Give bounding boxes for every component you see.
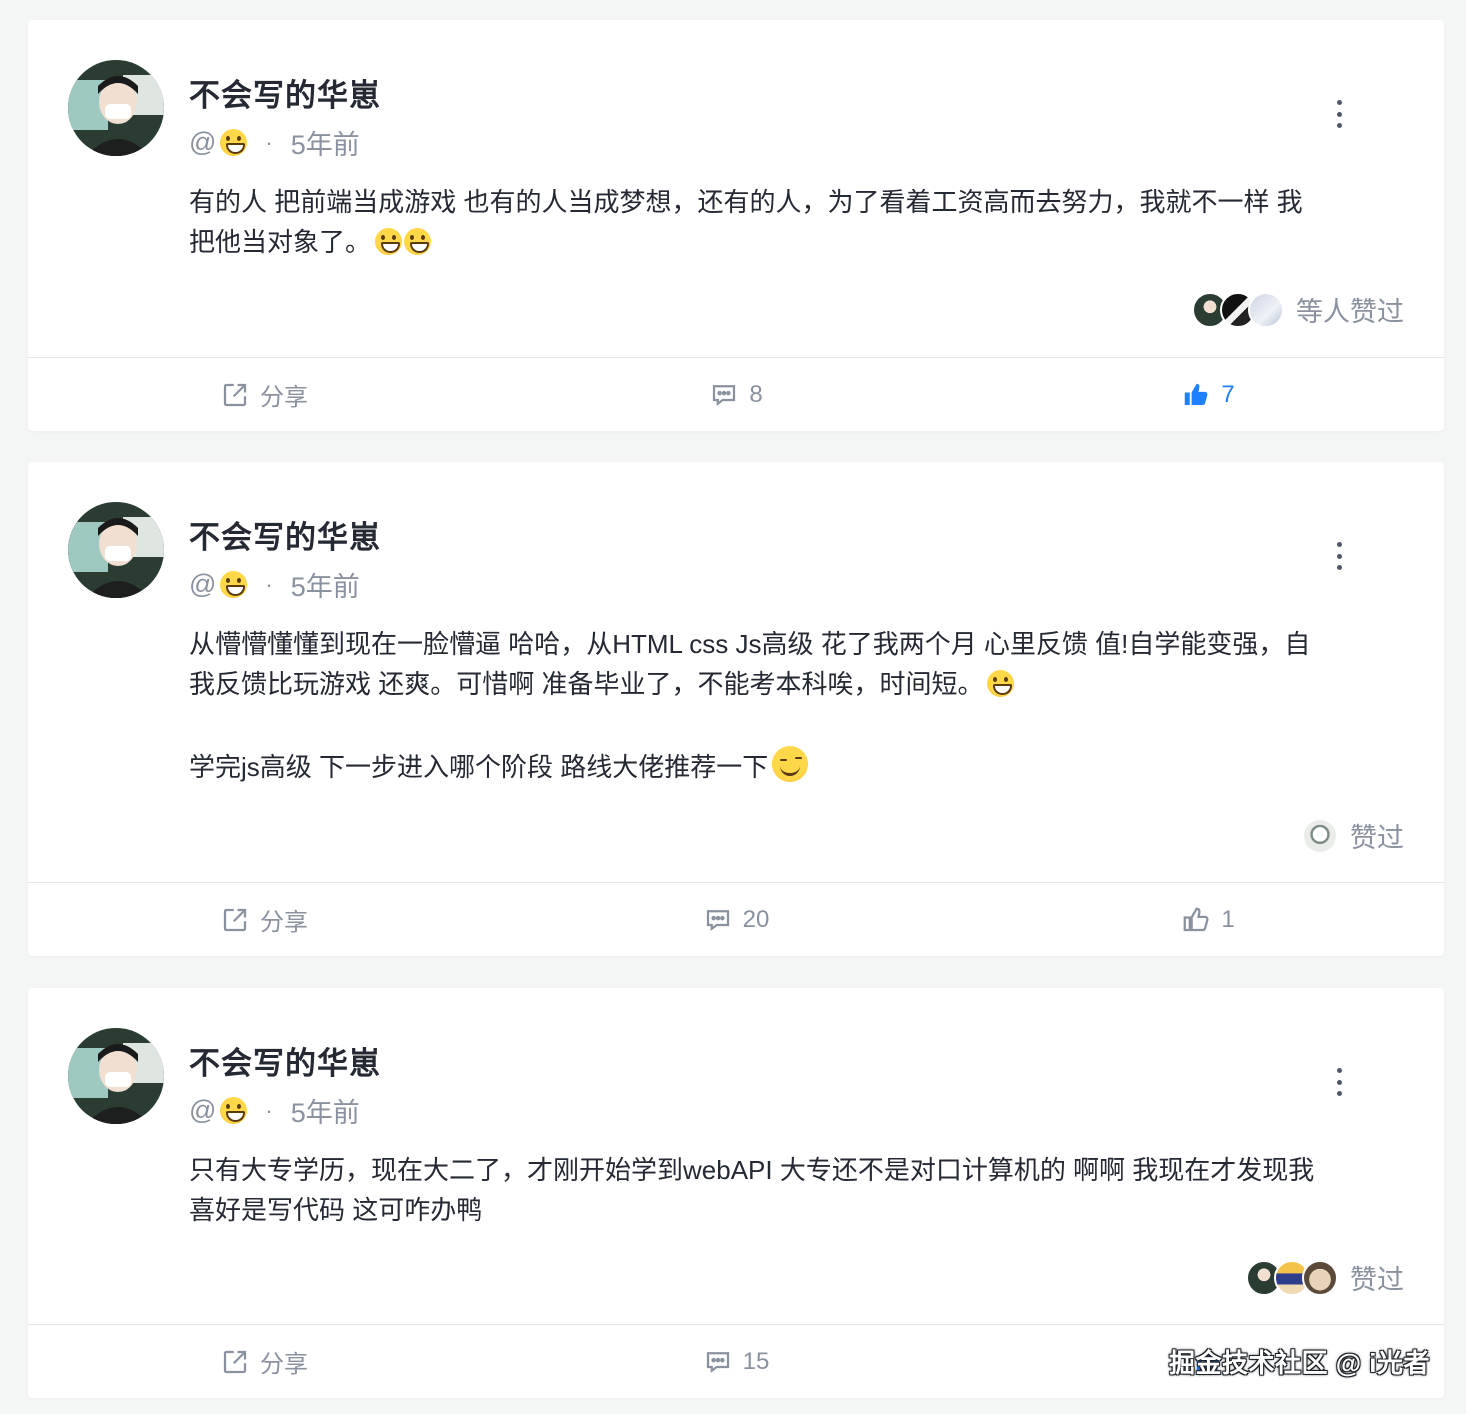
handle-prefix: @ xyxy=(189,127,217,157)
share-button[interactable]: 分享 xyxy=(28,358,500,431)
like-button[interactable]: 7 xyxy=(972,358,1444,431)
avatar[interactable] xyxy=(68,60,164,156)
comment-time: 5年前 xyxy=(290,572,360,602)
meta-separator: · xyxy=(265,1097,273,1123)
grinning-emoji-icon xyxy=(220,129,248,156)
more-options-icon[interactable] xyxy=(1336,100,1342,128)
comment-text-line: 有的人 把前端当成游戏 也有的人当成梦想，还有的人，为了看着工资高而去努力，我就… xyxy=(189,187,1303,217)
comment-text-line: 把他当对象了。 xyxy=(189,222,1404,262)
comment-text: 我反馈比玩游戏 还爽。可惜啊 准备毕业了，不能考本科唉，时间短。 xyxy=(189,669,984,699)
grinning-emoji-icon xyxy=(375,228,403,255)
comment-time: 5年前 xyxy=(290,1098,360,1128)
like-count: 1 xyxy=(1221,905,1235,933)
share-label: 分享 xyxy=(260,384,308,411)
handle-prefix: @ xyxy=(189,1095,217,1125)
thumbs-up-filled-icon xyxy=(1185,383,1208,405)
comment-text: 把他当对象了。 xyxy=(189,227,372,257)
comment-text-line: 只有大专学历，现在大二了，才刚开始学到webAPI 大专还不是对口计算机的 啊啊… xyxy=(189,1155,1315,1185)
wink-emoji-icon xyxy=(772,746,809,782)
comment-meta: @ · 5年前 xyxy=(189,1091,360,1130)
comment-icon xyxy=(713,384,736,406)
comment-text-line: 学完js高级 下一步进入哪个阶段 路线大佬推荐一下 xyxy=(189,746,1404,787)
username[interactable]: 不会写的华崽 xyxy=(189,512,381,557)
avatar-image xyxy=(68,1028,164,1124)
share-button[interactable]: 分享 xyxy=(28,1325,500,1398)
like-button[interactable]: 1 xyxy=(972,883,1444,956)
share-label: 分享 xyxy=(260,909,308,936)
action-bar: 分享 20 1 xyxy=(28,882,1444,956)
comment-content: 只有大专学历，现在大二了，才刚开始学到webAPI 大专还不是对口计算机的 啊啊… xyxy=(189,1150,1404,1230)
share-icon xyxy=(223,383,247,406)
comment-card: 不会写的华崽 @ · 5年前 有的人 把前端当成游戏 也有的人当成梦想，还有的人… xyxy=(28,20,1444,431)
comment-content: 从懵懵懂懂到现在一脸懵逼 哈哈，从HTML css Js高级 花了我两个月 心里… xyxy=(189,624,1404,787)
more-options-icon[interactable] xyxy=(1336,1068,1342,1096)
avatar[interactable] xyxy=(68,1028,164,1124)
username[interactable]: 不会写的华崽 xyxy=(189,70,381,115)
comment-time: 5年前 xyxy=(290,130,360,160)
comment-meta: @ · 5年前 xyxy=(189,565,360,604)
liker-avatar xyxy=(1302,817,1338,854)
grinning-emoji-icon xyxy=(404,228,432,255)
action-bar: 分享 8 7 xyxy=(28,357,1444,431)
share-icon xyxy=(223,908,247,931)
comment-text: 学完js高级 下一步进入哪个阶段 路线大佬推荐一下 xyxy=(189,752,769,782)
avatar-image xyxy=(68,502,164,598)
comment-meta: @ · 5年前 xyxy=(189,123,360,162)
comment-content: 有的人 把前端当成游戏 也有的人当成梦想，还有的人，为了看着工资高而去努力，我就… xyxy=(189,182,1404,262)
more-options-icon[interactable] xyxy=(1336,542,1342,570)
likers-row[interactable]: 赞过 xyxy=(1302,816,1404,855)
comment-text-line: 从懵懵懂懂到现在一脸懵逼 哈哈，从HTML css Js高级 花了我两个月 心里… xyxy=(189,629,1311,659)
likers-label: 赞过 xyxy=(1350,1265,1404,1295)
comment-card: 不会写的华崽 @ · 5年前 从懵懵懂懂到现在一脸懵逼 哈哈，从HTML css… xyxy=(28,462,1444,956)
comment-button[interactable]: 20 xyxy=(500,883,972,956)
likers-row[interactable]: 等人赞过 xyxy=(1192,290,1404,329)
comment-button[interactable]: 15 xyxy=(500,1325,972,1398)
meta-separator: · xyxy=(265,129,273,155)
comment-text-line: 喜好是写代码 这可咋办鸭 xyxy=(189,1195,483,1225)
comment-button[interactable]: 8 xyxy=(500,358,972,431)
share-button[interactable]: 分享 xyxy=(28,883,500,956)
thumbs-up-icon xyxy=(1183,907,1209,931)
comment-count: 8 xyxy=(749,380,763,408)
comment-icon xyxy=(706,909,729,931)
handle-prefix: @ xyxy=(189,569,217,599)
avatar[interactable] xyxy=(68,502,164,598)
meta-separator: · xyxy=(265,571,273,597)
liker-avatar xyxy=(1248,291,1284,328)
likers-label: 等人赞过 xyxy=(1296,297,1404,327)
username[interactable]: 不会写的华崽 xyxy=(189,1038,381,1083)
grinning-emoji-icon xyxy=(220,1097,248,1124)
likers-label: 赞过 xyxy=(1350,823,1404,853)
comment-text-line: 我反馈比玩游戏 还爽。可惜啊 准备毕业了，不能考本科唉，时间短。 xyxy=(189,664,1404,704)
comment-count: 15 xyxy=(742,1347,770,1375)
grinning-emoji-icon xyxy=(987,670,1015,697)
avatar-image xyxy=(68,60,164,156)
likers-row[interactable]: 赞过 xyxy=(1246,1258,1404,1297)
like-count: 7 xyxy=(1221,380,1235,408)
liker-avatar xyxy=(1302,1259,1338,1296)
share-label: 分享 xyxy=(260,1351,308,1378)
comment-card: 不会写的华崽 @ · 5年前 只有大专学历，现在大二了，才刚开始学到webAPI… xyxy=(28,988,1444,1398)
share-icon xyxy=(223,1350,247,1373)
watermark: 掘金技术社区 @ i光者 xyxy=(1168,1348,1430,1378)
grinning-emoji-icon xyxy=(220,571,248,598)
comment-icon xyxy=(706,1351,729,1373)
comment-count: 20 xyxy=(742,905,770,933)
